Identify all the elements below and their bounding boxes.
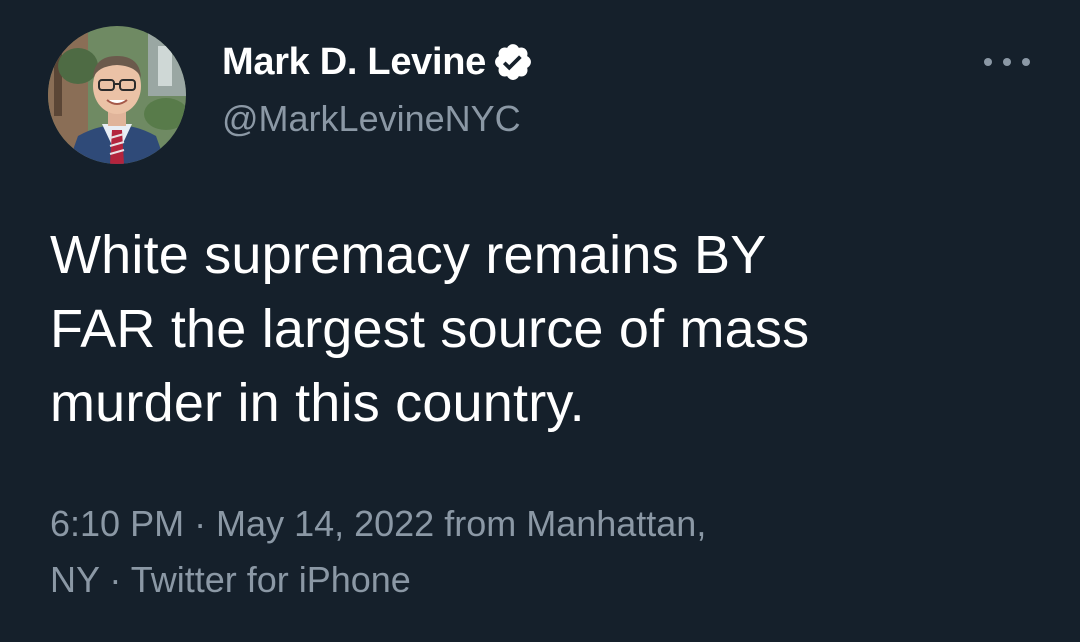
tweet-text: White supremacy remains BY FAR the large… [50,218,1030,440]
location-source-line[interactable]: NY · Twitter for iPhone [50,552,1010,608]
tweet-text-line: White supremacy remains BY [50,225,767,285]
more-dot [984,58,992,66]
author-name-row: Mark D. Levine [222,38,534,86]
tweet-text-line: FAR the largest source of mass [50,299,810,359]
tweet-card: Mark D. Levine @MarkLevineNYC White supr… [0,0,1080,642]
more-dot [1003,58,1011,66]
tweet-text-line: murder in this country. [50,373,585,433]
author-display-name[interactable]: Mark D. Levine [222,41,486,84]
author-handle[interactable]: @MarkLevineNYC [222,98,521,140]
more-dot [1022,58,1030,66]
verified-badge-icon [492,41,534,83]
avatar-photo [48,26,186,164]
timestamp-location-line[interactable]: 6:10 PM · May 14, 2022 from Manhattan, [50,496,1010,552]
more-options-icon[interactable] [984,48,1030,76]
avatar[interactable] [48,26,186,164]
tweet-metadata: 6:10 PM · May 14, 2022 from Manhattan, N… [50,496,1010,608]
